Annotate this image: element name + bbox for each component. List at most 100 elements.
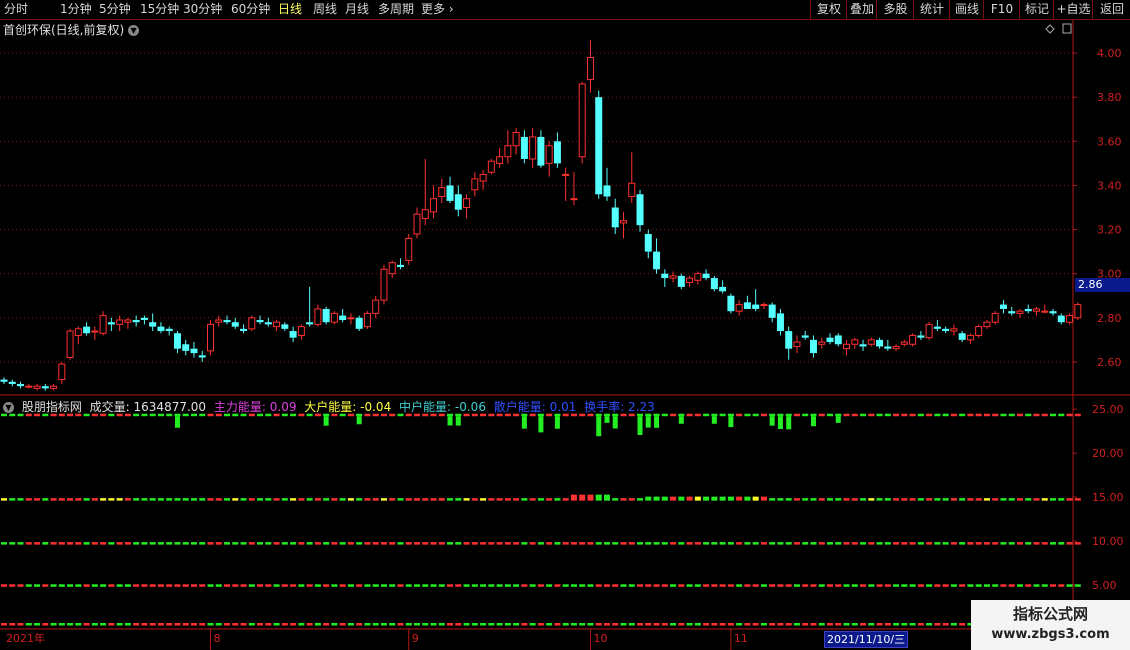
energy-dot [447,622,454,626]
energy-dot [83,498,90,501]
site-watermark: 指标公式网 www.zbgs3.com [971,600,1130,650]
energy-dot [992,498,999,501]
energy-dot [504,498,511,501]
candle-down [603,185,611,197]
ind-tick-label: 25.00 [1092,403,1124,416]
energy-dot [257,498,264,501]
energy-dot [207,584,214,587]
energy-dot [190,584,197,587]
energy-dot [975,498,982,501]
energy-dot [290,584,297,587]
energy-dot [835,413,842,417]
candle-up [479,173,487,182]
energy-dot [835,498,842,501]
energy-dot [141,542,148,545]
energy-dot [339,622,346,626]
energy-dot [447,498,454,501]
energy-dot [83,584,90,587]
energy-dot [1016,413,1023,417]
candle-up [33,385,41,389]
energy-dot [232,542,239,545]
energy-dot [1050,413,1057,417]
energy-readout: 中户能量: -0.06 [399,400,486,414]
energy-dot [521,622,528,626]
energy-dot [149,584,156,587]
energy-dot [703,496,710,501]
energy-dot [1041,542,1048,545]
energy-dot [298,622,305,626]
energy-readout: 散户能量: 0.01 [493,400,577,414]
indicator-header: ▼ 股朋指标网 成交量: 1634877.00 主力能量: 0.09 大户能量:… [3,398,659,415]
candle-up [363,312,371,328]
energy-dot [860,622,867,626]
energy-dot [1000,498,1007,501]
energy-dot [83,622,90,626]
energy-dot [752,584,759,587]
candle-down [173,333,181,349]
energy-dot [670,496,677,501]
energy-dot [769,622,776,626]
energy-dot [579,494,586,501]
energy-dot [967,584,974,587]
energy-dot [570,494,577,501]
energy-dot [504,622,511,626]
energy-dot [100,622,107,626]
candle-up [50,385,58,389]
energy-dot [868,413,875,417]
volume-bar [678,416,684,424]
energy-dot [17,498,24,501]
energy-dot [818,584,825,587]
energy-dot [116,542,123,545]
energy-dot [141,584,148,587]
energy-dot [265,584,272,587]
candle-down [917,335,925,338]
energy-dot [983,584,990,587]
candle-down [942,328,950,332]
energy-dot [182,584,189,587]
candle-up [892,345,900,350]
energy-dot [314,542,321,545]
energy-dot [628,622,635,626]
energy-dot [884,584,891,587]
energy-dot [1016,542,1023,545]
candle-up [793,341,801,347]
energy-dot [653,584,660,587]
dropdown-circle-icon[interactable]: ▼ [3,402,14,413]
energy-dot [810,622,817,626]
energy-dot [1,542,7,545]
energy-dot [1,584,7,587]
energy-dot [802,413,809,417]
energy-dot [562,622,569,626]
candle-up [91,330,99,333]
candle-up [413,213,421,235]
energy-dot [992,413,999,417]
candle-down [190,348,198,354]
candle-down [595,97,603,195]
candle-down [702,273,710,279]
energy-dot [587,622,594,626]
energy-dot [570,542,577,545]
energy-dot [50,584,57,587]
energy-dot [703,622,710,626]
energy-dot [876,584,883,587]
energy-dot [554,498,561,501]
energy-dot [306,622,313,626]
energy-dot [347,498,354,501]
energy-dot [983,542,990,545]
candle-down [809,339,817,354]
energy-dot [281,622,288,626]
energy-dot [777,622,784,626]
candle-down [0,379,8,382]
energy-dot [265,622,272,626]
candle-up [347,317,355,320]
candle-down [396,264,404,268]
turnover-readout: 换手率: 2.23 [584,400,655,414]
energy-dot [678,622,685,626]
energy-dot [157,498,164,501]
energy-dot [835,584,842,587]
candle-down [768,304,776,318]
watermark-url: www.zbgs3.com [991,627,1110,642]
energy-dot [694,413,701,417]
energy-dot [463,584,470,587]
energy-dot [587,494,594,501]
